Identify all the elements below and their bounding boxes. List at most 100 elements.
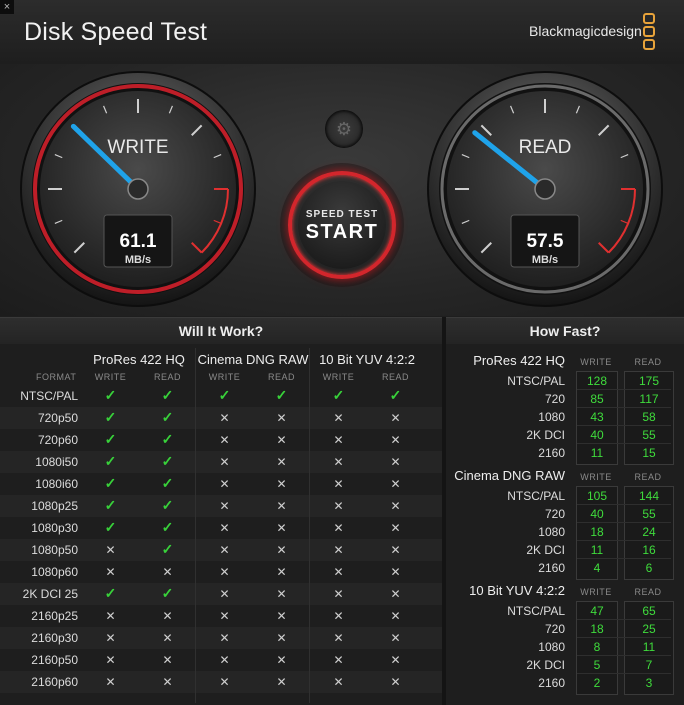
will-it-work-row: 1080p30 ✓ ✓ ✕ ✕ ✕ ✕ [0, 517, 442, 539]
start-button[interactable]: SPEED TEST START [280, 163, 404, 287]
how-fast-group-name: Cinema DNG RAW [454, 468, 565, 483]
cross-icon: ✕ [276, 565, 287, 579]
cross-icon: ✕ [276, 543, 287, 557]
write-gauge: WRITE 61.1 MB/s [20, 71, 256, 307]
format-label: 2K DCI 25 [22, 587, 78, 601]
cross-icon: ✕ [390, 587, 401, 601]
cross-icon: ✕ [333, 411, 344, 425]
cross-icon: ✕ [219, 477, 230, 491]
check-icon: ✓ [161, 475, 174, 491]
cross-icon: ✕ [333, 587, 344, 601]
how-fast-row-label: 720 [544, 507, 565, 521]
will-it-work-row: 1080p50 ✕ ✓ ✕ ✕ ✕ ✕ [0, 539, 442, 561]
cross-icon: ✕ [390, 433, 401, 447]
cross-icon: ✕ [105, 609, 116, 623]
read-gauge-label: READ [519, 137, 572, 158]
check-icon: ✓ [275, 387, 288, 403]
brand-logo-icon [643, 13, 655, 52]
group-yuv-header: 10 Bit YUV 4:2:2 [319, 352, 415, 367]
cross-icon: ✕ [390, 455, 401, 469]
how-fast-write-value: 47 [590, 604, 604, 618]
cross-icon: ✕ [162, 675, 173, 689]
will-it-work-table: ProRes 422 HQ Cinema DNG RAW 10 Bit YUV … [0, 344, 442, 705]
check-icon: ✓ [161, 431, 174, 447]
group-prores-header: ProRes 422 HQ [93, 352, 185, 367]
cross-icon: ✕ [219, 499, 230, 513]
write-gauge-hub [127, 178, 149, 200]
how-fast-read-value: 55 [642, 428, 656, 442]
how-fast-row-label: 1080 [538, 640, 565, 654]
cross-icon: ✕ [333, 631, 344, 645]
cross-icon: ✕ [276, 653, 287, 667]
how-fast-read-header: READ [634, 587, 662, 597]
how-fast-table: ProRes 422 HQ WRITE READ NTSC/PAL 128 175 720 8… [446, 344, 684, 705]
check-icon: ✓ [161, 585, 174, 601]
how-fast-read-value: 6 [645, 561, 653, 575]
how-fast-row-label: 720 [544, 622, 565, 636]
cross-icon: ✕ [390, 675, 401, 689]
how-fast-write-value: 40 [590, 428, 604, 442]
how-fast-read-value: 117 [639, 392, 659, 406]
cross-icon: ✕ [162, 631, 173, 645]
prores-read-header: READ [153, 372, 181, 382]
how-fast-group-name: 10 Bit YUV 4:2:2 [469, 583, 565, 598]
cross-icon: ✕ [333, 477, 344, 491]
how-fast-read-value: 7 [645, 658, 653, 672]
how-fast-row-label: 1080 [538, 525, 565, 539]
how-fast-write-value: 105 [586, 489, 608, 503]
how-fast-write-value: 18 [590, 622, 604, 636]
will-it-work-row: 2160p50 ✕ ✕ ✕ ✕ ✕ ✕ [0, 649, 442, 671]
cross-icon: ✕ [390, 411, 401, 425]
cross-icon: ✕ [276, 411, 287, 425]
check-icon: ✓ [161, 409, 174, 425]
how-fast-row-label: 1080 [538, 410, 565, 424]
will-it-work-row: 2K DCI 25 ✓ ✓ ✕ ✕ ✕ ✕ [0, 583, 442, 605]
how-fast-read-header: READ [634, 357, 662, 367]
how-fast-read-value: 65 [642, 604, 656, 618]
check-icon: ✓ [332, 387, 345, 403]
prores-write-header: WRITE [94, 372, 127, 382]
cross-icon: ✕ [333, 499, 344, 513]
cross-icon: ✕ [105, 543, 116, 557]
check-icon: ✓ [104, 497, 117, 513]
cross-icon: ✕ [219, 521, 230, 535]
cross-icon: ✕ [162, 565, 173, 579]
cross-icon: ✕ [219, 565, 230, 579]
how-fast-read-value: 15 [642, 446, 656, 460]
how-fast-write-value: 8 [593, 640, 601, 654]
cross-icon: ✕ [105, 653, 116, 667]
cross-icon: ✕ [162, 653, 173, 667]
cross-icon: ✕ [333, 609, 344, 623]
cross-icon: ✕ [105, 675, 116, 689]
will-it-work-row: 2160p30 ✕ ✕ ✕ ✕ ✕ ✕ [0, 627, 442, 649]
settings-button[interactable]: ⚙ [325, 110, 363, 148]
format-label: 1080p30 [31, 521, 78, 535]
app-title: Disk Speed Test [24, 18, 208, 46]
dng-write-header: WRITE [208, 372, 241, 382]
how-fast-write-header: WRITE [580, 357, 612, 367]
how-fast-write-value: 11 [590, 446, 604, 460]
app-window: Disk Speed Test Blackmagicdesign × WRITE… [0, 0, 684, 705]
how-fast-row-label: 2K DCI [526, 543, 565, 557]
will-it-work-row: 720p50 ✓ ✓ ✕ ✕ ✕ ✕ [0, 407, 442, 429]
will-it-work-row: 2160p60 ✕ ✕ ✕ ✕ ✕ ✕ [0, 671, 442, 693]
cross-icon: ✕ [333, 521, 344, 535]
write-gauge-label: WRITE [107, 137, 168, 158]
cross-icon: ✕ [162, 609, 173, 623]
will-it-work-row: 1080p60 ✕ ✕ ✕ ✕ ✕ ✕ [0, 561, 442, 583]
cross-icon: ✕ [390, 499, 401, 513]
close-button[interactable]: × [0, 0, 14, 14]
format-label: 1080i50 [35, 455, 78, 469]
how-fast-write-value: 40 [590, 507, 604, 521]
format-label: 1080p50 [31, 543, 78, 557]
cross-icon: ✕ [390, 631, 401, 645]
cross-icon: ✕ [333, 565, 344, 579]
cross-icon: ✕ [276, 587, 287, 601]
check-icon: ✓ [161, 519, 174, 535]
how-fast-write-value: 5 [593, 658, 601, 672]
check-icon: ✓ [161, 453, 174, 469]
cross-icon: ✕ [276, 499, 287, 513]
format-label: 720p60 [37, 433, 78, 447]
cross-icon: ✕ [390, 653, 401, 667]
brand-name: Blackmagicdesign [529, 23, 642, 39]
